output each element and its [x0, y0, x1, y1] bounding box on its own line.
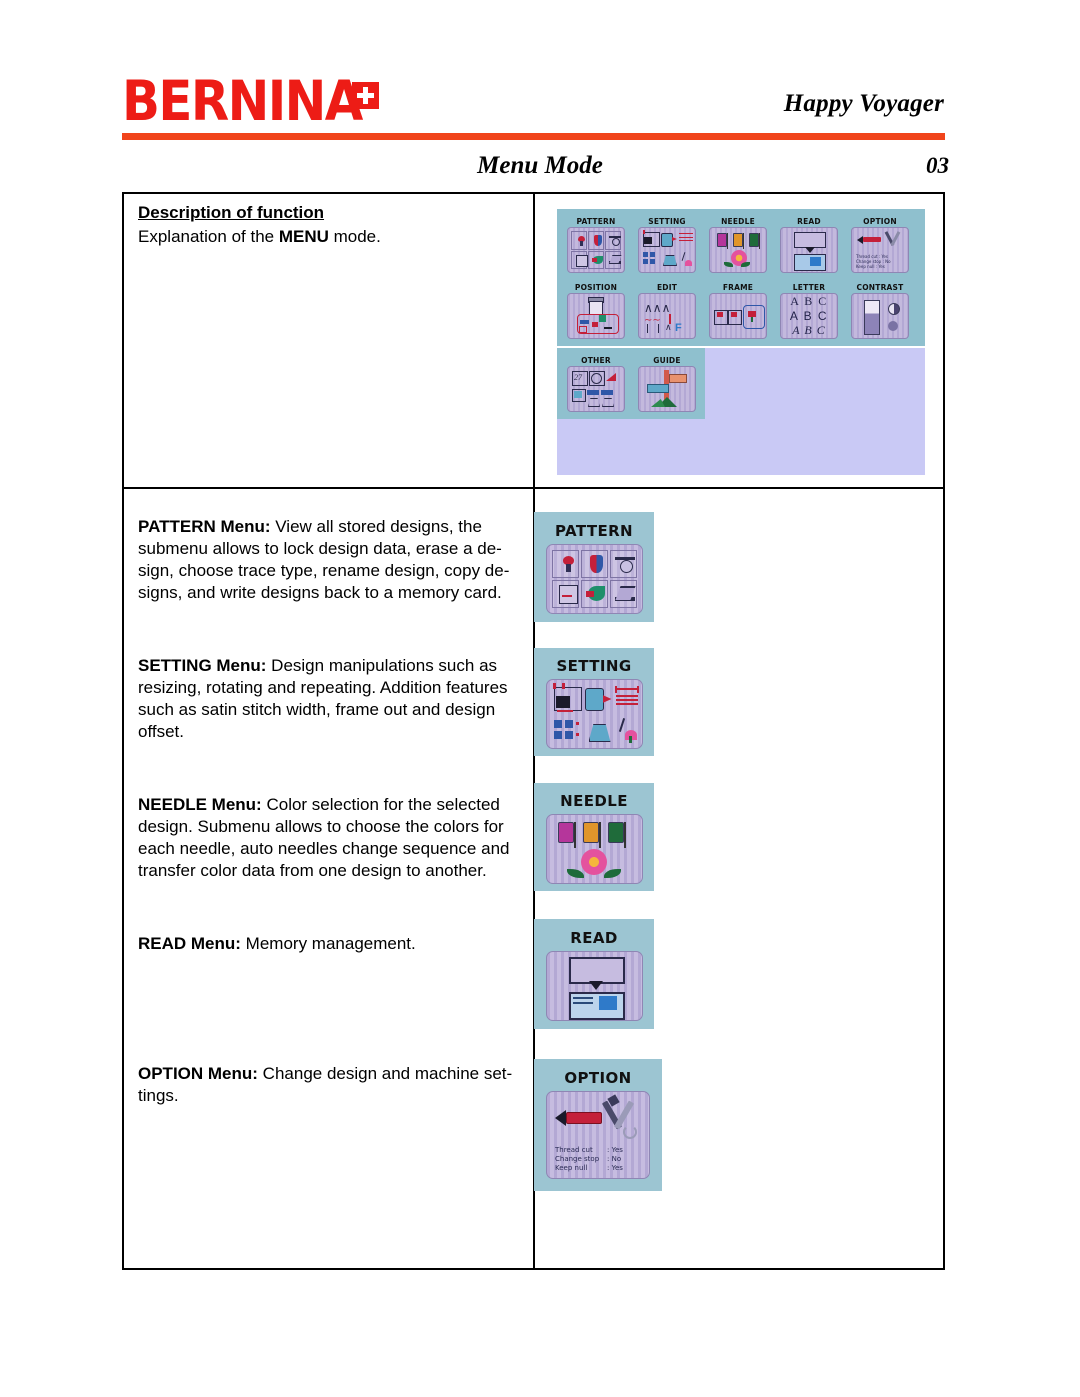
menu-item-label: NEEDLE: [721, 217, 755, 226]
menu-item-frame[interactable]: FRAME: [707, 282, 769, 339]
option-setting-name: Keep null: [856, 264, 875, 269]
description-text-after: mode.: [328, 227, 381, 246]
paragraph-read: READ Menu: Memory management.: [138, 933, 520, 955]
panel-needle: NEEDLE: [534, 783, 654, 891]
menu-item-label: READ: [797, 217, 821, 226]
menu-item-label: FRAME: [722, 283, 754, 292]
menu-item-label: LETTER: [792, 283, 826, 292]
position-icon: [567, 293, 625, 339]
option-setting-value: No: [611, 1155, 622, 1163]
pattern-icon: [567, 227, 625, 273]
contrast-icon: [851, 293, 909, 339]
option-setting-value: Yes: [878, 264, 885, 269]
option-setting-value: Yes: [611, 1146, 623, 1154]
read-icon: [780, 227, 838, 273]
menu-item-edit[interactable]: EDIT ∧∧∧ ∼∼ F ∧: [636, 282, 698, 339]
option-setting-name: Keep null: [555, 1164, 588, 1172]
guide-icon: [638, 366, 696, 412]
menu-item-label: GUIDE: [653, 356, 681, 365]
menu-mode-screen: PATTERN SETTING NEEDLE READ OPTION Threa…: [557, 209, 925, 346]
setting-panel-icon: [545, 679, 643, 749]
menu-item-setting[interactable]: SETTING: [636, 216, 698, 273]
option-panel-icon: Thread cut: Yes Change stop: No Keep nul…: [546, 1091, 650, 1179]
page-header: BERNINA Happy Voyager Menu Mode 03: [0, 0, 1080, 179]
paragraph-menu-name: NEEDLE Menu:: [138, 795, 262, 814]
option-setting-value: No: [885, 259, 891, 264]
paragraph-setting: SETTING Menu: Design manipulations such …: [138, 655, 520, 743]
frame-icon: [709, 293, 767, 339]
panel-label: READ: [570, 929, 618, 947]
paragraph-menu-name: OPTION Menu:: [138, 1064, 258, 1083]
description-cell: Description of function Explanation of t…: [124, 194, 535, 487]
menu-item-other[interactable]: OTHER 27: [565, 355, 627, 412]
menu-item-label: OTHER: [581, 356, 611, 365]
description-heading: Description of function: [138, 203, 325, 222]
setting-icon: [638, 227, 696, 273]
other-icon: 27: [567, 366, 625, 412]
menu-mode-screen-page2: OTHER 27 GUIDE: [557, 348, 925, 475]
page-title: Menu Mode: [477, 152, 603, 179]
menu-item-letter[interactable]: LETTER A B C A B C A B C: [778, 282, 840, 339]
table-row: Description of function Explanation of t…: [124, 194, 943, 487]
letter-sample-serif: A B C: [790, 294, 828, 308]
description-text-before: Explanation of the: [138, 227, 279, 246]
panel-label: SETTING: [556, 657, 632, 675]
option-setting-value: Yes: [611, 1164, 623, 1172]
bernina-logo: BERNINA: [122, 74, 380, 129]
option-setting-name: Change stop: [555, 1155, 600, 1163]
menu-item-label: EDIT: [656, 283, 678, 292]
paragraph-menu-name: SETTING Menu:: [138, 656, 267, 675]
bernina-wordmark: BERNINA: [122, 69, 363, 134]
menu-item-position[interactable]: POSITION: [565, 282, 627, 339]
panel-read: READ: [534, 919, 654, 1029]
menu-item-read[interactable]: READ: [778, 216, 840, 273]
option-settings-list: Thread cut : Yes Change stop : No Keep n…: [856, 254, 891, 269]
menu-item-contrast[interactable]: CONTRAST: [849, 282, 911, 339]
paragraph-option: OPTION Menu: Change design and machine s…: [138, 1063, 520, 1107]
panel-label: PATTERN: [554, 522, 634, 540]
edit-icon: ∧∧∧ ∼∼ F ∧: [638, 293, 696, 339]
menu-item-pattern[interactable]: PATTERN: [565, 216, 627, 273]
description-text: Explanation of the MENU mode.: [138, 227, 381, 247]
menu-screen-row-3: OTHER 27 GUIDE: [557, 348, 705, 419]
menu-item-label: SETTING: [648, 217, 686, 226]
option-setting-name: Thread cut: [555, 1146, 593, 1154]
letter-sample-script: A B C: [792, 323, 826, 337]
menu-item-label: PATTERN: [576, 217, 616, 226]
needle-icon: [709, 227, 767, 273]
needle-panel-icon: [545, 814, 643, 884]
paragraph-menu-name: READ Menu:: [138, 934, 241, 953]
menu-screenshot-cell: PATTERN SETTING NEEDLE READ OPTION Threa…: [535, 194, 943, 487]
product-name: Happy Voyager: [783, 90, 944, 117]
paragraph-menu-name: PATTERN Menu:: [138, 517, 271, 536]
page-number: 03: [926, 153, 949, 178]
panel-label: OPTION: [564, 1069, 632, 1087]
read-panel-icon: [545, 951, 643, 1021]
header-divider: [122, 133, 945, 140]
letter-icon: A B C A B C A B C: [780, 293, 838, 339]
panel-label: NEEDLE: [560, 792, 628, 810]
panel-setting: SETTING: [534, 648, 654, 756]
menu-descriptions-cell: PATTERN Menu: View all stored designs, t…: [124, 489, 535, 1268]
swiss-cross-icon: [352, 82, 380, 109]
letter-sample-sans: A B C: [789, 309, 829, 323]
option-icon: Thread cut : Yes Change stop : No Keep n…: [851, 227, 909, 273]
paragraph-text: Memory management.: [240, 934, 416, 953]
option-panel-settings: Thread cut: Yes Change stop: No Keep nul…: [555, 1146, 623, 1172]
menu-item-option[interactable]: OPTION Thread cut : Yes Change stop : No…: [849, 216, 911, 273]
menu-item-label: POSITION: [574, 283, 618, 292]
paragraph-pattern: PATTERN Menu: View all stored designs, t…: [138, 516, 520, 604]
menu-screen-row-1: PATTERN SETTING NEEDLE READ OPTION Threa…: [565, 216, 911, 273]
menu-item-needle[interactable]: NEEDLE: [707, 216, 769, 273]
paragraph-needle: NEEDLE Menu: Color selection for the sel…: [138, 794, 520, 882]
panel-option: OPTION Thread cut: Yes Change stop: No K…: [534, 1059, 662, 1191]
pattern-panel-icon: [545, 544, 643, 614]
menu-item-label: OPTION: [863, 217, 897, 226]
menu-screen-row-2: POSITION EDIT ∧∧∧ ∼∼ F ∧ FRAME LETTER A …: [565, 282, 911, 339]
menu-item-label: CONTRAST: [856, 283, 904, 292]
menu-item-guide[interactable]: GUIDE: [636, 355, 698, 412]
panel-pattern: PATTERN: [534, 512, 654, 622]
menu-keyword: MENU: [278, 227, 329, 246]
